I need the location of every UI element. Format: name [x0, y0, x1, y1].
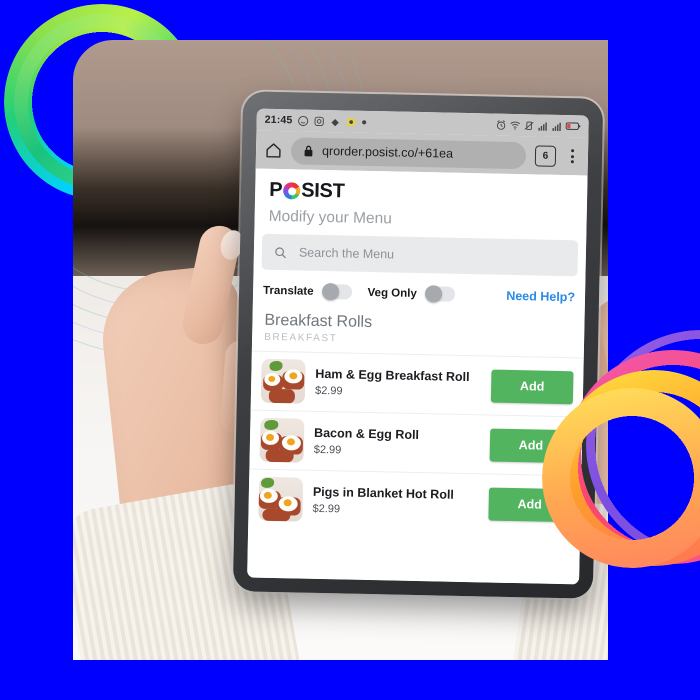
menu-item-row[interactable]: Ham & Egg Breakfast Roll $2.99 Add — [250, 350, 584, 417]
menu-item-price: $2.99 — [314, 384, 343, 398]
logo-prefix: P — [268, 178, 283, 202]
translate-label: Translate — [262, 284, 314, 298]
signal-one-icon — [538, 121, 547, 131]
instagram-icon — [314, 116, 324, 126]
search-placeholder: Search the Menu — [298, 245, 395, 262]
vibrate-icon — [524, 121, 534, 130]
page-subtitle: Modify your Menu — [268, 207, 393, 228]
menu-item-price: $2.99 — [313, 443, 342, 457]
posist-circle-logo — [283, 182, 301, 200]
signal-two-icon — [552, 122, 561, 131]
tablet-device: 21:45 qrorder.posist.co/+61ea 6 P SIST M… — [232, 91, 604, 599]
battery-low-icon — [565, 122, 581, 131]
menu-item-thumbnail — [260, 358, 306, 404]
status-bar-right-group — [496, 119, 581, 132]
home-icon[interactable] — [265, 141, 282, 158]
whatsapp-icon — [297, 115, 309, 126]
menu-item-row[interactable]: Bacon & Egg Roll $2.99 Add — [249, 409, 583, 476]
tag-icon — [331, 118, 339, 126]
posist-logo: P SIST — [269, 179, 573, 208]
menu-item-name: Ham & Egg Breakfast Roll — [315, 367, 470, 385]
menu-item-thumbnail — [259, 417, 305, 463]
tab-count-button[interactable]: 6 — [534, 144, 557, 167]
menu-item-name: Bacon & Egg Roll — [313, 426, 420, 443]
address-bar[interactable]: qrorder.posist.co/+61ea — [290, 136, 527, 169]
translate-toggle[interactable] — [321, 282, 352, 301]
menu-item-info: Pigs in Blanket Hot Roll $2.99 — [312, 485, 479, 518]
veg-only-toggle[interactable] — [424, 285, 455, 303]
add-button[interactable]: Add — [490, 369, 574, 404]
wifi-icon — [510, 121, 521, 130]
menu-item-info: Bacon & Egg Roll $2.99 — [314, 426, 481, 459]
status-clock: 21:45 — [264, 113, 293, 127]
menu-item-thumbnail — [258, 476, 304, 522]
menu-item-info: Ham & Egg Breakfast Roll $2.99 — [315, 367, 482, 400]
app-icon — [346, 117, 356, 126]
overflow-menu-icon[interactable] — [565, 149, 579, 164]
url-text: qrorder.posist.co/+61ea — [321, 143, 454, 161]
menu-item-price: $2.99 — [312, 502, 341, 516]
veg-only-label: Veg Only — [367, 286, 417, 300]
web-page-content: P SIST Modify your Menu Search the Menu … — [247, 168, 588, 585]
need-help-link[interactable]: Need Help? — [506, 288, 575, 303]
logo-suffix: SIST — [301, 179, 345, 203]
lock-icon — [304, 145, 313, 156]
dot-icon — [361, 119, 367, 124]
alarm-icon — [496, 119, 506, 130]
menu-item-row[interactable]: Pigs in Blanket Hot Roll $2.99 Add — [248, 468, 582, 535]
hero-photo: 21:45 qrorder.posist.co/+61ea 6 P SIST M… — [73, 40, 608, 660]
device-screen: 21:45 qrorder.posist.co/+61ea 6 P SIST M… — [247, 108, 589, 585]
menu-item-name: Pigs in Blanket Hot Roll — [312, 485, 455, 502]
search-icon — [275, 246, 286, 258]
brand-header: P SIST Modify your Menu — [254, 169, 587, 233]
